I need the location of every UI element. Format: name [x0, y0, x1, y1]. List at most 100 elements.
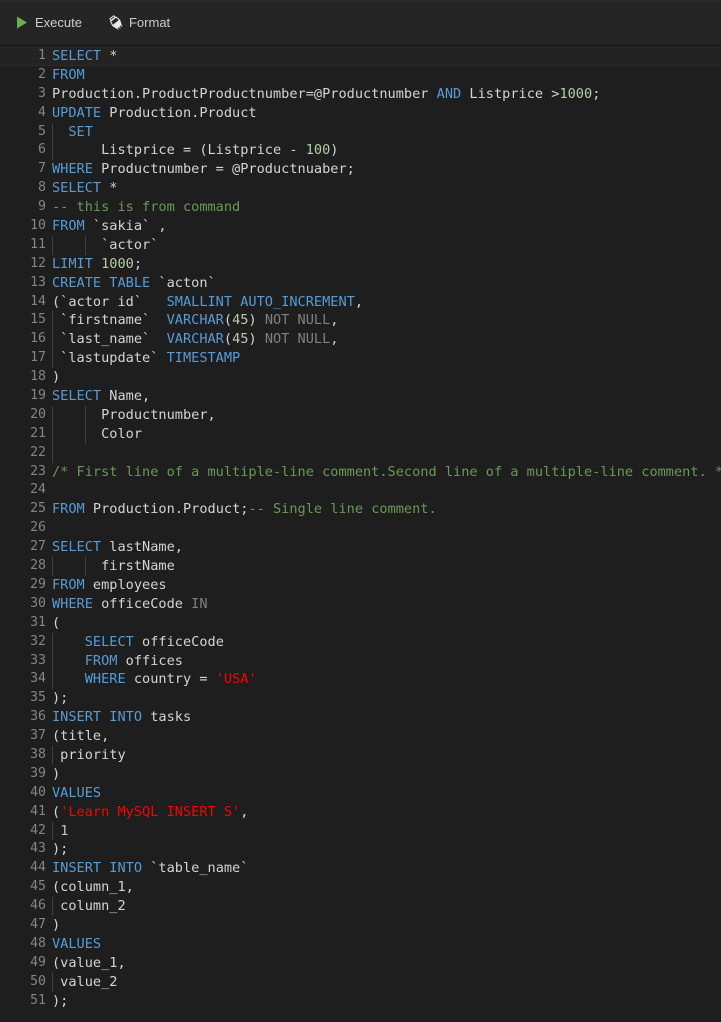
- code-line-content[interactable]: SELECT Name,: [46, 387, 721, 406]
- code-line[interactable]: 44 INSERT INTO `table_name`: [0, 859, 721, 878]
- code-line[interactable]: 15 `firstname` VARCHAR(45) NOT NULL,: [0, 311, 721, 331]
- code-line[interactable]: 28 firstName: [0, 557, 721, 576]
- code-line-content[interactable]: [46, 481, 721, 500]
- code-line[interactable]: 21 Color: [0, 424, 721, 444]
- code-line-content[interactable]: FROM: [46, 66, 721, 85]
- code-line-content[interactable]: FROM `sakia` ,: [46, 217, 721, 236]
- code-line-content[interactable]: CREATE TABLE `acton`: [46, 274, 721, 293]
- code-line[interactable]: 20 Productnumber,: [0, 405, 721, 425]
- code-line[interactable]: 27 SELECT lastName,: [0, 538, 721, 557]
- code-line-content[interactable]: VALUES: [46, 935, 721, 954]
- code-line[interactable]: 12 LIMIT 1000;: [0, 255, 721, 274]
- code-line-content[interactable]: priority: [46, 745, 721, 765]
- code-line[interactable]: 10 FROM `sakia` ,: [0, 217, 721, 236]
- code-line[interactable]: 39): [0, 765, 721, 784]
- code-line-content[interactable]: Productnumber,: [46, 405, 721, 425]
- code-line-content[interactable]: [46, 519, 721, 538]
- code-line-content[interactable]: [46, 443, 721, 463]
- code-line[interactable]: 46 column_2: [0, 897, 721, 916]
- code-line[interactable]: 13 CREATE TABLE `acton`: [0, 274, 721, 293]
- code-line-content[interactable]: `firstname` VARCHAR(45) NOT NULL,: [46, 311, 721, 331]
- code-line[interactable]: 6 Listprice = (Listprice - 100): [0, 141, 721, 161]
- code-line-content[interactable]: Color: [46, 424, 721, 444]
- code-line[interactable]: 3 Production.ProductProductnumber=@Produc…: [0, 85, 721, 104]
- code-line-content[interactable]: );: [46, 689, 721, 708]
- code-line[interactable]: 38 priority: [0, 745, 721, 765]
- code-line[interactable]: 11 `actor`: [0, 235, 721, 255]
- code-line-content[interactable]: (title,: [46, 727, 721, 746]
- code-line-content[interactable]: (value_1,: [46, 954, 721, 973]
- code-line[interactable]: 7 WHERE Productnumber = @Productnuaber;: [0, 160, 721, 179]
- code-line[interactable]: 29 FROM employees: [0, 576, 721, 595]
- code-line-content[interactable]: VALUES: [46, 784, 721, 803]
- code-line[interactable]: 9 -- this is from command: [0, 198, 721, 217]
- code-line-content[interactable]: SELECT *: [46, 179, 721, 198]
- code-line-content[interactable]: SET: [46, 122, 721, 142]
- code-line[interactable]: 45 (column_1,: [0, 878, 721, 897]
- code-line[interactable]: 31 (: [0, 614, 721, 633]
- code-line-content[interactable]: ): [46, 368, 721, 387]
- code-line[interactable]: 40 VALUES: [0, 784, 721, 803]
- code-line[interactable]: 24: [0, 481, 721, 500]
- code-line[interactable]: 36 INSERT INTO tasks: [0, 708, 721, 727]
- code-line[interactable]: 48 VALUES: [0, 935, 721, 954]
- code-line[interactable]: 8 SELECT *: [0, 179, 721, 198]
- code-line[interactable]: 47): [0, 916, 721, 935]
- code-line[interactable]: 51);: [0, 992, 721, 1011]
- code-line-content[interactable]: -- this is from command: [46, 198, 721, 217]
- code-line-content[interactable]: /* First line of a multiple-line comment…: [46, 463, 721, 482]
- code-line[interactable]: 25 FROM Production.Product;-- Single line…: [0, 500, 721, 519]
- code-line[interactable]: 4 UPDATE Production.Product: [0, 104, 721, 123]
- code-line-content[interactable]: UPDATE Production.Product: [46, 104, 721, 123]
- sql-code-editor[interactable]: 1 SELECT * 2 FROM 3 Production.ProductProduct…: [0, 44, 721, 1022]
- code-line-content[interactable]: );: [46, 840, 721, 859]
- code-line-content[interactable]: (`actor id` SMALLINT AUTO_INCREMENT,: [46, 293, 721, 312]
- code-line-content[interactable]: FROM employees: [46, 576, 721, 595]
- code-line[interactable]: 17 `lastupdate` TIMESTAMP: [0, 349, 721, 369]
- code-line-content[interactable]: value_2: [46, 972, 721, 992]
- code-line-content[interactable]: (: [46, 614, 721, 633]
- code-line[interactable]: 35);: [0, 689, 721, 708]
- code-line-content[interactable]: column_2: [46, 897, 721, 916]
- code-line[interactable]: 33 FROM offices: [0, 651, 721, 671]
- code-line-content[interactable]: FROM offices: [46, 651, 721, 671]
- code-line-content[interactable]: INSERT INTO `table_name`: [46, 859, 721, 878]
- code-line-content[interactable]: );: [46, 992, 721, 1011]
- code-line-content[interactable]: `actor`: [46, 235, 721, 255]
- code-line-content[interactable]: ): [46, 916, 721, 935]
- code-line[interactable]: 32 SELECT officeCode: [0, 632, 721, 652]
- execute-button[interactable]: Execute: [6, 10, 90, 36]
- format-button[interactable]: Format: [100, 10, 178, 36]
- code-line-content[interactable]: Listprice = (Listprice - 100): [46, 141, 721, 161]
- code-line-content[interactable]: firstName: [46, 557, 721, 576]
- code-line[interactable]: 18): [0, 368, 721, 387]
- code-line[interactable]: 14 (`actor id` SMALLINT AUTO_INCREMENT,: [0, 293, 721, 312]
- code-line-content[interactable]: ('Learn MySQL INSERT S',: [46, 803, 721, 822]
- code-line[interactable]: 42 1: [0, 821, 721, 841]
- code-line-content[interactable]: Production.ProductProductnumber=@Product…: [46, 85, 721, 104]
- code-line[interactable]: 19 SELECT Name,: [0, 387, 721, 406]
- code-line-content[interactable]: `lastupdate` TIMESTAMP: [46, 349, 721, 369]
- code-line[interactable]: 5 SET: [0, 122, 721, 142]
- code-line[interactable]: 1 SELECT *: [0, 47, 721, 66]
- code-line-content[interactable]: SELECT *: [46, 47, 721, 66]
- code-line[interactable]: 2 FROM: [0, 66, 721, 85]
- code-line[interactable]: 22: [0, 443, 721, 463]
- code-line-content[interactable]: SELECT officeCode: [46, 632, 721, 652]
- code-line-content[interactable]: WHERE country = 'USA': [46, 670, 721, 690]
- code-line[interactable]: 37 (title,: [0, 727, 721, 746]
- code-line-content[interactable]: LIMIT 1000;: [46, 255, 721, 274]
- code-line[interactable]: 49 (value_1,: [0, 954, 721, 973]
- code-line-content[interactable]: `last_name` VARCHAR(45) NOT NULL,: [46, 330, 721, 350]
- code-lines-container[interactable]: 1 SELECT * 2 FROM 3 Production.ProductProduct…: [0, 44, 721, 1010]
- code-line-content[interactable]: FROM Production.Product;-- Single line c…: [46, 500, 721, 519]
- code-line[interactable]: 26: [0, 519, 721, 538]
- code-line-content[interactable]: SELECT lastName,: [46, 538, 721, 557]
- code-line[interactable]: 43);: [0, 840, 721, 859]
- code-line-content[interactable]: WHERE Productnumber = @Productnuaber;: [46, 160, 721, 179]
- code-line[interactable]: 41 ('Learn MySQL INSERT S',: [0, 803, 721, 822]
- code-line[interactable]: 30 WHERE officeCode IN: [0, 595, 721, 614]
- code-line[interactable]: 16 `last_name` VARCHAR(45) NOT NULL,: [0, 330, 721, 350]
- code-line-content[interactable]: WHERE officeCode IN: [46, 595, 721, 614]
- code-line[interactable]: 23 /* First line of a multiple-line comme…: [0, 463, 721, 482]
